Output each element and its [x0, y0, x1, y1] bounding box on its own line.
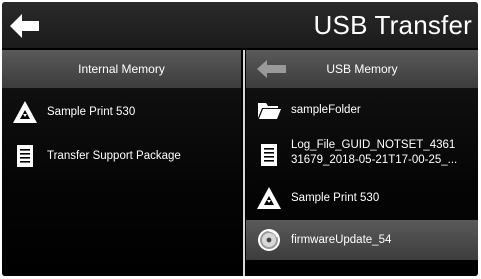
list-item-label: Log_File_GUID_NOTSET_4361 31679_2018-05-…: [291, 138, 478, 168]
back-button[interactable]: [8, 12, 42, 40]
print-file-icon: [13, 101, 37, 123]
arrow-left-icon: [10, 14, 39, 38]
print-file-icon: [257, 187, 281, 209]
usb-transfer-screen: USB Transfer Internal Memory Sample Prin…: [2, 2, 478, 276]
list-item-label: sampleFolder: [291, 104, 361, 116]
header-bar: USB Transfer: [2, 2, 478, 48]
list-item-firmware-update[interactable]: firmwareUpdate_54: [246, 220, 478, 260]
arrow-left-icon: [257, 60, 286, 78]
list-item-label-line-2: 31679_2018-05-21T17-00-25_...: [291, 154, 458, 166]
usb-memory-panel: USB Memory sampleFolder Log_File_GUID_NO…: [246, 50, 478, 276]
document-icon: [17, 145, 33, 167]
usb-back-button[interactable]: [256, 59, 288, 79]
firmware-icon: [258, 229, 280, 251]
list-item-label-line-1: Log_File_GUID_NOTSET_4361: [291, 139, 456, 151]
list-item-log-file[interactable]: Log_File_GUID_NOTSET_4361 31679_2018-05-…: [246, 134, 478, 174]
panel-divider-line: [243, 50, 245, 276]
list-item-label: Transfer Support Package: [47, 150, 181, 162]
list-item-transfer-support-package[interactable]: Transfer Support Package: [2, 136, 241, 176]
internal-memory-header: Internal Memory: [2, 50, 241, 88]
document-icon: [261, 144, 277, 166]
list-item-usb-sample-print[interactable]: Sample Print 530: [246, 178, 478, 218]
folder-icon: [258, 103, 281, 119]
internal-memory-panel: Internal Memory Sample Print 530 Transfe…: [2, 50, 241, 276]
list-item-sample-folder[interactable]: sampleFolder: [246, 90, 478, 130]
list-item-label: Sample Print 530: [47, 106, 136, 118]
list-item-internal-sample-print[interactable]: Sample Print 530: [2, 92, 241, 132]
list-item-label: Sample Print 530: [291, 192, 380, 204]
list-item-label: firmwareUpdate_54: [291, 234, 392, 246]
page-title: USB Transfer: [313, 10, 472, 40]
